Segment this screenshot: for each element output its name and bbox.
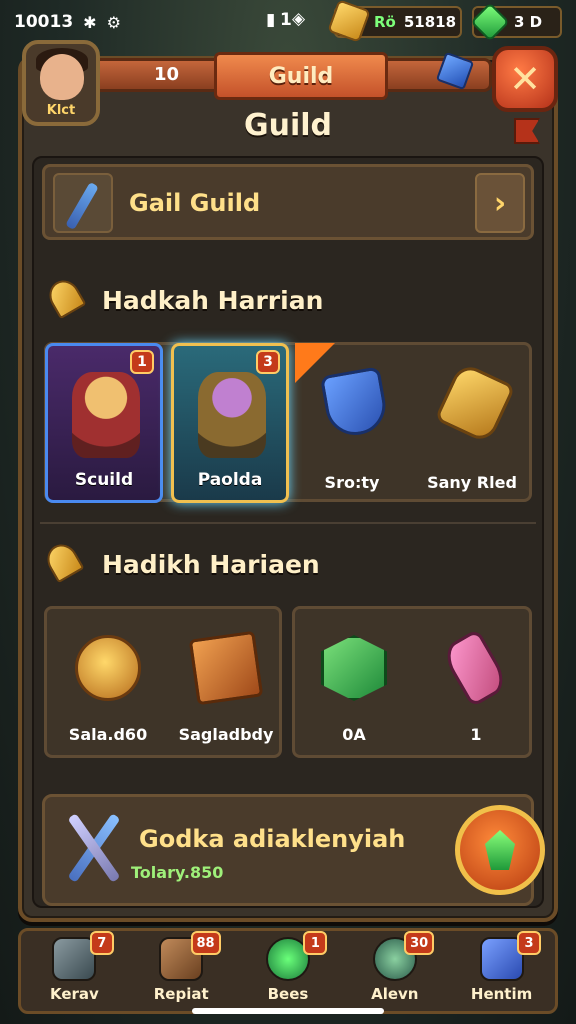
quest-go-button[interactable] — [455, 805, 545, 895]
guild-arrow-button[interactable]: › — [475, 173, 525, 233]
signal-icon: ▮ — [266, 10, 276, 30]
hero-item-scroll[interactable]: Sany Rled — [417, 361, 527, 495]
item-label: Sany Rled — [427, 473, 517, 492]
home-indicator[interactable] — [192, 1008, 384, 1014]
nav-item-hentim[interactable]: 3 Hentim — [448, 931, 555, 1011]
gem-value: 3 D — [514, 13, 543, 31]
nav-label: Repiat — [153, 985, 209, 1003]
status-right: 1 — [280, 10, 292, 30]
hero-card-1[interactable]: 1 Scuild — [45, 343, 163, 503]
chevron-right-icon: › — [493, 185, 507, 221]
nav-item-kerav[interactable]: 7 Kerav — [21, 931, 128, 1011]
nav-label: Kerav — [49, 985, 99, 1003]
item-helmet[interactable]: Sala.d60 — [53, 629, 163, 759]
close-icon: ✕ — [509, 57, 541, 101]
section2-title: Hadikh Hariaen — [102, 550, 320, 579]
gold-prefix: Rö — [374, 13, 396, 31]
heroes-row: 1 Scuild 3 Paolda Sro:ty Sany Rled — [44, 342, 532, 503]
hero-card-2[interactable]: 3 Paolda — [171, 343, 289, 503]
item-label: 0A — [342, 725, 366, 744]
item-group-2: 0A 1 — [292, 606, 532, 758]
close-button[interactable]: ✕ — [492, 46, 558, 112]
shield-icon — [319, 366, 391, 440]
wifi-icon: ◈ — [292, 9, 306, 29]
avatar-face — [40, 54, 84, 100]
hero-label: Scuild — [74, 470, 134, 490]
sync-icon: ⚙ — [106, 12, 121, 32]
player-level: 10 — [154, 64, 180, 85]
divider — [40, 522, 536, 524]
gem-counter[interactable]: 3 D — [470, 2, 562, 42]
item-label: Sagladbdy — [178, 725, 274, 744]
title-ribbon: Guild — [214, 52, 388, 100]
green-gem-icon — [485, 830, 515, 870]
nav-item-bees[interactable]: 1 Bees — [235, 931, 342, 1011]
quest-subtitle: Tolary.850 — [131, 863, 224, 882]
nav-badge: 30 — [404, 931, 435, 955]
banner-icon — [188, 630, 264, 706]
guild-row[interactable]: Gail Guild › — [42, 164, 534, 240]
nav-badge: 7 — [89, 931, 114, 955]
mage-icon — [198, 372, 266, 458]
page-title: Guild — [243, 108, 333, 143]
potion-icon — [439, 628, 511, 708]
hero-badge: 1 — [130, 350, 154, 374]
hero-label: Paolda — [197, 470, 263, 490]
item-banner[interactable]: Sagladbdy — [171, 629, 281, 759]
status-time: 10013 — [14, 12, 74, 32]
guild-name: Gail Guild — [129, 189, 261, 217]
section1-title: Hadkah Harrian — [102, 286, 324, 315]
quest-title: Godka adiaklenyiah — [139, 825, 406, 853]
item-label: Sro:ty — [324, 473, 380, 492]
hero-badge: 3 — [256, 350, 280, 374]
staff-icon — [65, 181, 99, 231]
guild-icon-box — [53, 173, 113, 233]
hero-item-shield[interactable]: Sro:ty — [297, 365, 407, 495]
warrior-icon — [72, 372, 140, 458]
gold-counter[interactable]: Rö 51818 — [327, 0, 462, 43]
nav-label: Bees — [267, 985, 309, 1003]
item-group-1: Sala.d60 Sagladbdy — [44, 606, 282, 758]
crossed-weapons-icon — [59, 809, 129, 889]
nav-label: Hentim — [470, 985, 533, 1003]
quest-card[interactable]: Godka adiaklenyiah Tolary.850 — [42, 794, 545, 906]
nav-badge: 3 — [516, 931, 541, 955]
item-label: 1 — [470, 725, 482, 744]
gold-gem-icon — [434, 361, 516, 445]
nav-badge: 88 — [190, 931, 221, 955]
emblem-icon — [321, 635, 387, 701]
item-emblem[interactable]: 0A — [299, 629, 409, 759]
nav-item-alevn[interactable]: 30 Alevn — [341, 931, 448, 1011]
helmet-icon — [75, 635, 141, 701]
item-label: Sala.d60 — [68, 725, 148, 744]
nav-badge: 1 — [303, 931, 328, 955]
bottom-nav: 7 Kerav 88 Repiat 1 Bees 30 Alevn 3 Hent… — [18, 928, 558, 1014]
nav-item-repiat[interactable]: 88 Repiat — [128, 931, 235, 1011]
nav-label: Alevn — [371, 985, 419, 1003]
settings-icon: ✱ — [83, 12, 97, 32]
gold-value: 51818 — [403, 13, 457, 31]
gem-icon — [470, 2, 510, 42]
item-potion[interactable]: 1 — [421, 628, 531, 759]
